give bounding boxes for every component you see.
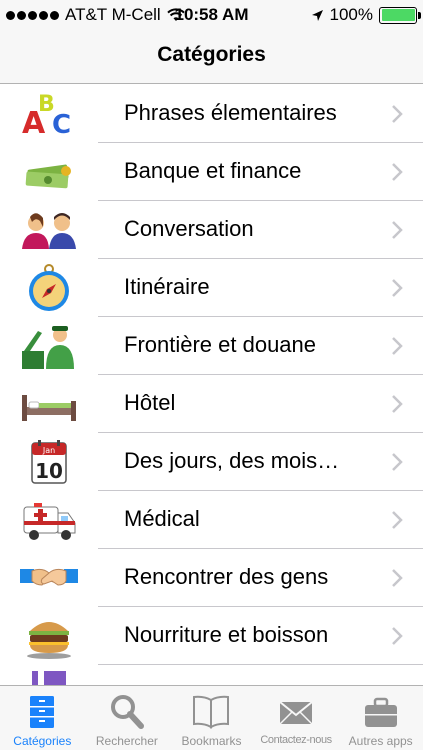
category-label: Banque et finance [124,158,302,183]
ambulance-icon [23,503,76,540]
tab-label: Contactez-nous [260,734,332,746]
category-row-medical[interactable]: Médical [0,491,423,549]
chevron-right-icon [392,105,403,123]
category-label: Hôtel [124,390,176,415]
category-label: Rencontrer des gens [124,564,329,589]
search-icon [110,695,144,729]
tab-bar: Catégories Rechercher Bookmarks Contacte… [0,685,423,750]
people-icon [22,213,76,249]
tab-label: Rechercher [95,734,158,748]
category-row-conversation[interactable]: Conversation [0,201,423,259]
tab-autres-apps[interactable]: Autres apps [338,686,423,750]
burger-icon [27,622,71,659]
tab-contactez-nous[interactable]: Contactez-nous [254,686,339,750]
location-arrow-icon [311,9,323,21]
category-row-phrases[interactable]: A B C Phrases élementaires [0,85,423,143]
navigation-bar: Catégories [0,30,423,84]
category-label: Des jours, des mois… [124,448,340,473]
chevron-right-icon [392,395,403,413]
chevron-right-icon [392,511,403,529]
category-label: Itinéraire [124,274,210,299]
compass-icon [29,264,69,311]
tab-label: Bookmarks [181,734,242,748]
category-label: Phrases élementaires [124,100,337,125]
tab-label: Autres apps [348,734,413,748]
battery-percent: 100% [329,5,373,24]
status-bar: AT&T M-Cell 10:58 AM 100% [0,0,423,30]
category-label: Nourriture et boisson [124,622,329,647]
category-row-nourriture[interactable]: Nourriture et boisson [0,607,423,665]
chevron-right-icon [392,337,403,355]
tab-rechercher[interactable]: Rechercher [85,686,170,750]
category-row-rencontrer[interactable]: Rencontrer des gens [0,549,423,607]
chevron-right-icon [392,569,403,587]
tab-bookmarks[interactable]: Bookmarks [169,686,254,750]
chevron-right-icon [392,163,403,181]
chevron-right-icon [392,279,403,297]
envelope-icon [279,701,313,725]
status-right: 100% [311,5,421,25]
chevron-right-icon [392,627,403,645]
tab-categories[interactable]: Catégories [0,686,85,750]
chevron-right-icon [392,221,403,239]
category-label: Conversation [124,216,254,241]
page-title: Catégories [157,43,266,66]
book-icon [193,695,230,729]
money-icon [25,164,71,189]
category-row-jours[interactable]: Jan 10 Des jours, des mois… [0,433,423,491]
category-label: Médical [124,506,200,531]
chevron-right-icon [392,453,403,471]
svg-text:C: C [52,110,71,139]
calendar-month: Jan [42,446,55,455]
calendar-day: 10 [35,459,63,483]
bed-icon [22,395,76,421]
category-list[interactable]: A B C Phrases élementaires Banque et fin… [0,85,423,685]
handshake-icon [20,568,78,586]
category-row-partial[interactable] [0,665,423,685]
category-row-banque[interactable]: Banque et finance [0,143,423,201]
category-label: Frontière et douane [124,332,317,357]
categories-icon [30,696,55,728]
shopping-cart-icon [32,671,66,685]
calendar-icon: Jan 10 [31,440,67,484]
briefcase-icon [364,697,397,727]
category-row-frontiere[interactable]: Frontière et douane [0,317,423,375]
category-row-hotel[interactable]: Hôtel [0,375,423,433]
category-row-itineraire[interactable]: Itinéraire [0,259,423,317]
tab-label: Catégories [13,734,72,748]
battery-icon [379,6,421,24]
customs-officer-icon [22,326,74,369]
abc-blocks-icon: A B C [22,92,71,139]
